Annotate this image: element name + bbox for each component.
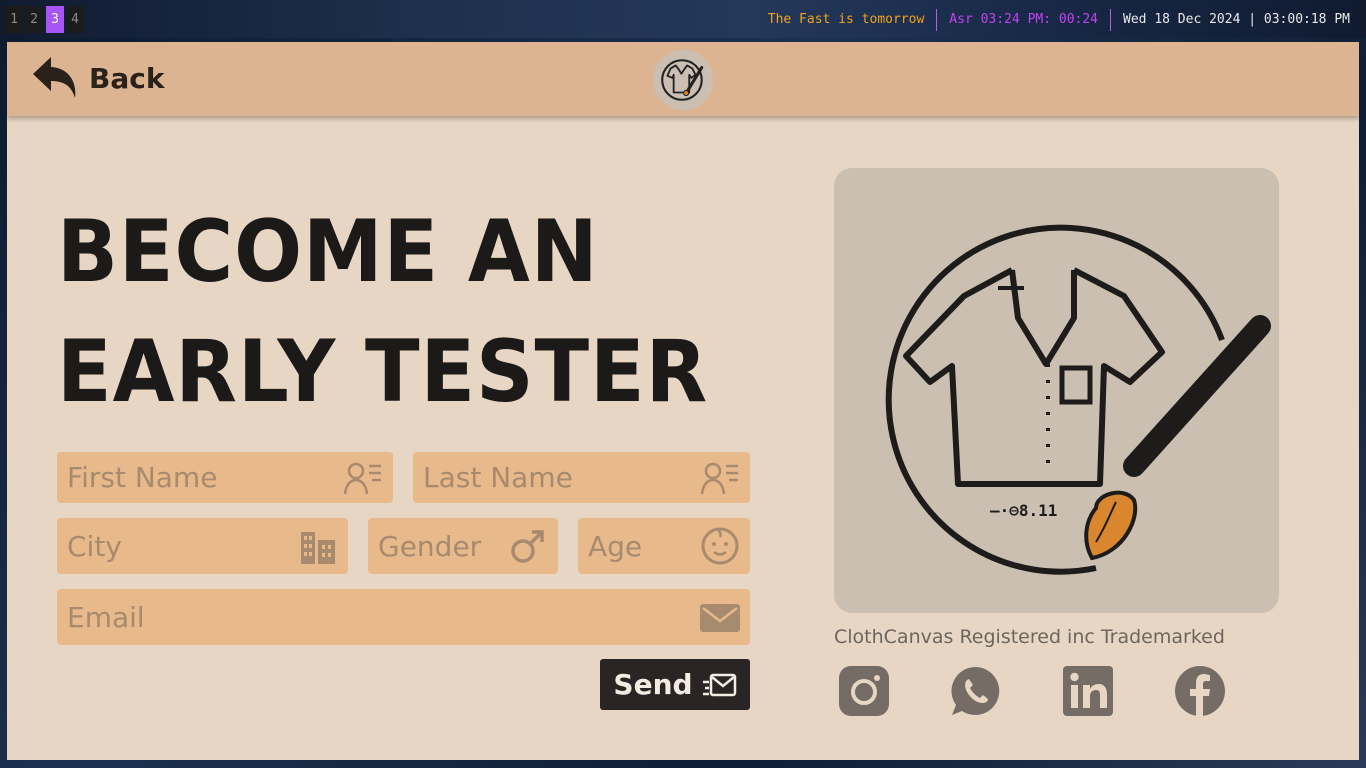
last-name-field[interactable]: Last Name xyxy=(413,452,750,503)
buildings-icon xyxy=(301,532,335,564)
trademark-caption: ClothCanvas Registered inc Trademarked xyxy=(834,626,1225,648)
envelope-icon xyxy=(700,604,740,632)
baby-face-icon xyxy=(701,527,739,565)
gender-field[interactable]: Gender xyxy=(368,518,558,574)
workspace-3[interactable]: 3 xyxy=(46,6,64,33)
page-headline: BECOME AN EARLY TESTER xyxy=(57,192,777,432)
app-header: Back xyxy=(7,42,1359,116)
brand-logo-card: —·⊖8.11 xyxy=(834,168,1279,613)
linkedin-icon[interactable] xyxy=(1062,665,1114,717)
email-field[interactable]: Email xyxy=(57,589,750,645)
app-window: Back BECOME AN EARLY TESTER First Name L… xyxy=(7,42,1359,760)
age-field[interactable]: Age xyxy=(578,518,750,574)
user-card-icon xyxy=(343,462,381,494)
prayer-time: Asr 03:24 PM: 00:24 xyxy=(949,12,1099,27)
shirt-brush-logo-icon: —·⊖8.11 xyxy=(885,224,1271,575)
logo-mark-text: —·⊖8.11 xyxy=(990,501,1057,520)
instagram-icon[interactable] xyxy=(838,665,890,717)
workspace-1[interactable]: 1 xyxy=(5,6,23,33)
status-area: The Fast is tomorrow Asr 03:24 PM: 00:24 W… xyxy=(768,0,1350,38)
age-placeholder: Age xyxy=(588,529,643,563)
clock: Wed 18 Dec 2024 | 03:00:18 PM xyxy=(1123,12,1350,27)
back-button[interactable]: Back xyxy=(31,53,164,103)
send-label: Send xyxy=(613,668,693,701)
shirt-brush-logo-icon xyxy=(661,59,704,101)
last-name-placeholder: Last Name xyxy=(423,461,573,494)
email-placeholder: Email xyxy=(67,600,145,634)
reply-arrow-icon xyxy=(33,57,76,98)
back-label: Back xyxy=(89,61,165,95)
status-divider xyxy=(1110,8,1112,31)
system-top-bar: 1 2 3 4 The Fast is tomorrow Asr 03:24 PM… xyxy=(0,0,1366,38)
whatsapp-icon[interactable] xyxy=(950,665,1002,717)
brand-logo-small xyxy=(653,50,713,110)
first-name-field[interactable]: First Name xyxy=(57,452,393,503)
status-divider xyxy=(936,8,938,31)
city-placeholder: City xyxy=(67,529,122,563)
first-name-placeholder: First Name xyxy=(67,461,218,494)
gender-placeholder: Gender xyxy=(378,529,482,563)
send-button[interactable]: Send xyxy=(600,659,750,710)
workspace-2[interactable]: 2 xyxy=(25,6,43,33)
facebook-icon[interactable] xyxy=(1174,665,1226,717)
male-symbol-icon xyxy=(511,530,544,563)
send-mail-icon xyxy=(702,673,736,696)
user-card-icon xyxy=(700,462,738,494)
workspace-4[interactable]: 4 xyxy=(66,6,84,33)
headline-line-1: BECOME AN xyxy=(57,202,599,302)
headline-line-2: EARLY TESTER xyxy=(57,322,709,422)
fast-notice: The Fast is tomorrow xyxy=(767,12,925,27)
city-field[interactable]: City xyxy=(57,518,348,574)
